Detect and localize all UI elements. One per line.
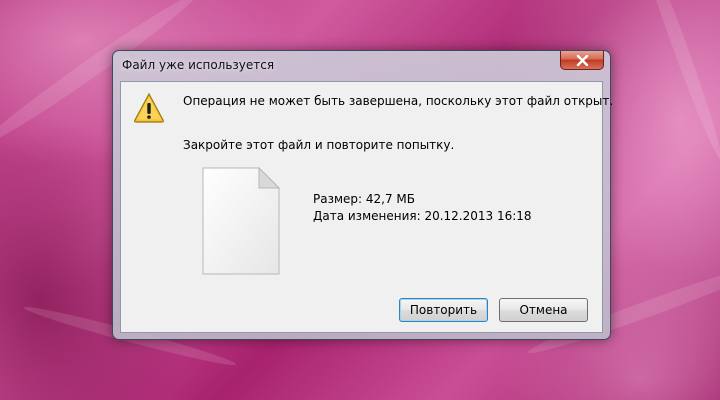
close-button[interactable] [560,51,604,70]
file-modified-date: Дата изменения: 20.12.2013 16:18 [313,209,532,223]
file-in-use-dialog: Файл уже используется Операция не может … [112,50,613,340]
dialog-title: Файл уже используется [122,58,275,72]
dialog-body: Операция не может быть завершена, поскол… [120,81,613,333]
desktop-wallpaper: Файл уже используется Операция не может … [0,0,720,400]
sub-message: Закройте этот файл и повторите попытку. [183,138,455,152]
main-message: Операция не может быть завершена, поскол… [183,94,614,108]
retry-button[interactable]: Повторить [399,298,488,322]
petal-vein [632,0,720,163]
file-icon [202,166,281,275]
file-size: Размер: 42,7 МБ [313,192,415,206]
close-icon [576,55,589,66]
warning-icon [134,92,164,123]
cancel-button[interactable]: Отмена [499,298,588,322]
dialog-titlebar[interactable]: Файл уже используется [113,51,610,81]
